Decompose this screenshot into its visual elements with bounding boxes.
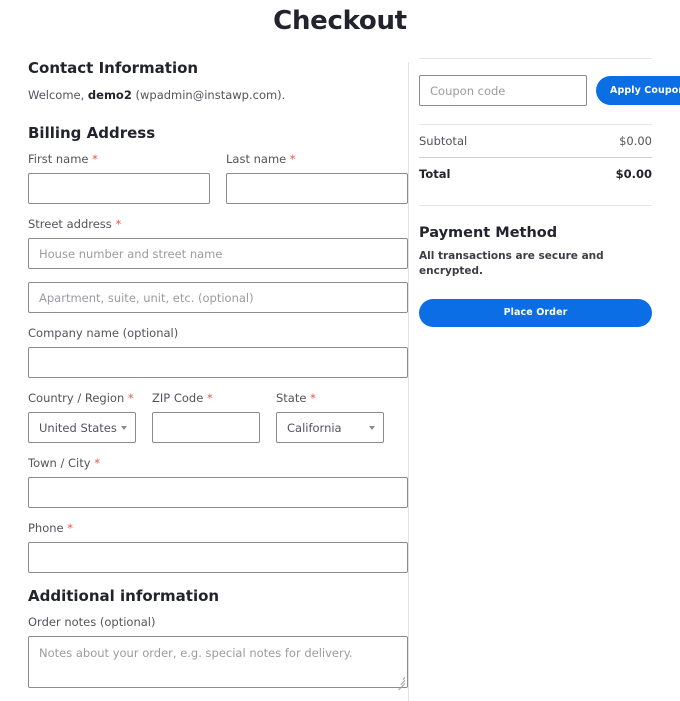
state-label-text: State <box>276 391 307 405</box>
address-line2-field <box>28 282 408 313</box>
phone-input[interactable] <box>28 542 408 573</box>
chevron-down-icon <box>121 425 127 430</box>
last-name-input[interactable] <box>226 173 408 204</box>
zip-code-label-text: ZIP Code <box>152 391 204 405</box>
company-name-label: Company name (optional) <box>28 326 179 340</box>
payment-security-note: All transactions are secure and encrypte… <box>419 250 604 277</box>
total-row: Total $0.00 <box>419 158 652 190</box>
subtotal-amount: $0.00 <box>619 134 652 148</box>
billing-form-column: Contact Information Welcome, demo2 (wpad… <box>0 58 408 701</box>
contact-information-heading: Contact Information <box>28 59 199 77</box>
coupon-code-input[interactable] <box>419 75 587 106</box>
street-address-label-text: Street address <box>28 217 112 231</box>
chevron-down-icon <box>369 425 375 430</box>
welcome-email: (wpadmin@instawp.com). <box>135 88 286 102</box>
last-name-label-text: Last name <box>226 152 287 166</box>
street-address-required-marker: * <box>115 217 122 231</box>
phone-label: Phone * <box>28 521 408 536</box>
phone-required-marker: * <box>67 521 74 535</box>
last-name-required-marker: * <box>289 152 296 166</box>
street-address-label: Street address * <box>28 217 408 232</box>
payment-method-block: Payment Method All transactions are secu… <box>419 205 652 327</box>
last-name-label: Last name * <box>226 152 408 167</box>
phone-field: Phone * <box>28 521 408 573</box>
zip-code-field: ZIP Code * <box>152 391 260 443</box>
first-name-input[interactable] <box>28 173 210 204</box>
first-name-required-marker: * <box>92 152 98 166</box>
welcome-username: demo2 <box>87 88 132 102</box>
summary-top-rule <box>419 58 652 59</box>
name-fields-row: First name * Last name * <box>28 152 408 217</box>
place-order-button[interactable]: Place Order <box>419 299 652 327</box>
country-region-required-marker: * <box>127 391 134 405</box>
address-line2-input[interactable] <box>28 282 408 313</box>
street-address-field: Street address * <box>28 217 408 269</box>
billing-address-heading: Billing Address <box>28 124 156 142</box>
zip-code-label: ZIP Code * <box>152 391 260 406</box>
order-notes-textarea[interactable] <box>28 636 408 688</box>
subtotal-row: Subtotal $0.00 <box>419 125 652 158</box>
checkout-layout: Contact Information Welcome, demo2 (wpad… <box>0 58 680 701</box>
country-region-select[interactable]: United States (… <box>28 412 136 443</box>
first-name-label-text: First name <box>28 152 89 166</box>
total-label: Total <box>419 167 451 181</box>
country-region-label: Country / Region * <box>28 391 136 406</box>
welcome-message: Welcome, demo2 (wpadmin@instawp.com). <box>28 87 408 103</box>
total-amount: $0.00 <box>615 167 652 181</box>
state-selected-value: California <box>287 420 342 435</box>
town-city-field: Town / City * <box>28 456 408 508</box>
country-region-field: Country / Region * United States (… <box>28 391 136 443</box>
company-name-input[interactable] <box>28 347 408 378</box>
zip-code-input[interactable] <box>152 412 260 443</box>
payment-method-heading: Payment Method <box>419 225 558 241</box>
order-summary-column: Apply Coupon Subtotal $0.00 Total $0.00 … <box>409 58 680 327</box>
country-region-selected-value: United States (… <box>39 420 117 435</box>
state-field: State * California <box>276 391 384 443</box>
last-name-field: Last name * <box>226 152 408 204</box>
town-city-input[interactable] <box>28 477 408 508</box>
welcome-prefix: Welcome, <box>28 88 85 102</box>
first-name-field: First name * <box>28 152 210 204</box>
page-title: Checkout <box>273 6 407 36</box>
apply-coupon-button[interactable]: Apply Coupon <box>596 76 680 105</box>
country-region-label-text: Country / Region <box>28 391 125 405</box>
street-address-input[interactable] <box>28 238 408 269</box>
town-city-label: Town / City * <box>28 456 408 471</box>
order-notes-field: Order notes (optional) <box>28 615 408 691</box>
zip-code-required-marker: * <box>206 391 213 405</box>
order-totals: Subtotal $0.00 Total $0.00 <box>419 125 652 190</box>
company-name-field: Company name (optional) <box>28 326 408 378</box>
additional-information-heading: Additional information <box>28 587 220 605</box>
location-fields-row: Country / Region * United States (… ZIP … <box>28 391 408 443</box>
state-required-marker: * <box>310 391 316 405</box>
town-city-required-marker: * <box>94 456 100 470</box>
state-label: State * <box>276 391 384 406</box>
state-select[interactable]: California <box>276 412 384 443</box>
order-notes-label: Order notes (optional) <box>28 615 156 629</box>
phone-label-text: Phone <box>28 521 64 535</box>
coupon-row: Apply Coupon <box>419 75 680 106</box>
town-city-label-text: Town / City <box>28 456 91 470</box>
first-name-label: First name * <box>28 152 210 167</box>
subtotal-label: Subtotal <box>419 134 468 148</box>
order-notes-wrapper <box>28 636 408 691</box>
